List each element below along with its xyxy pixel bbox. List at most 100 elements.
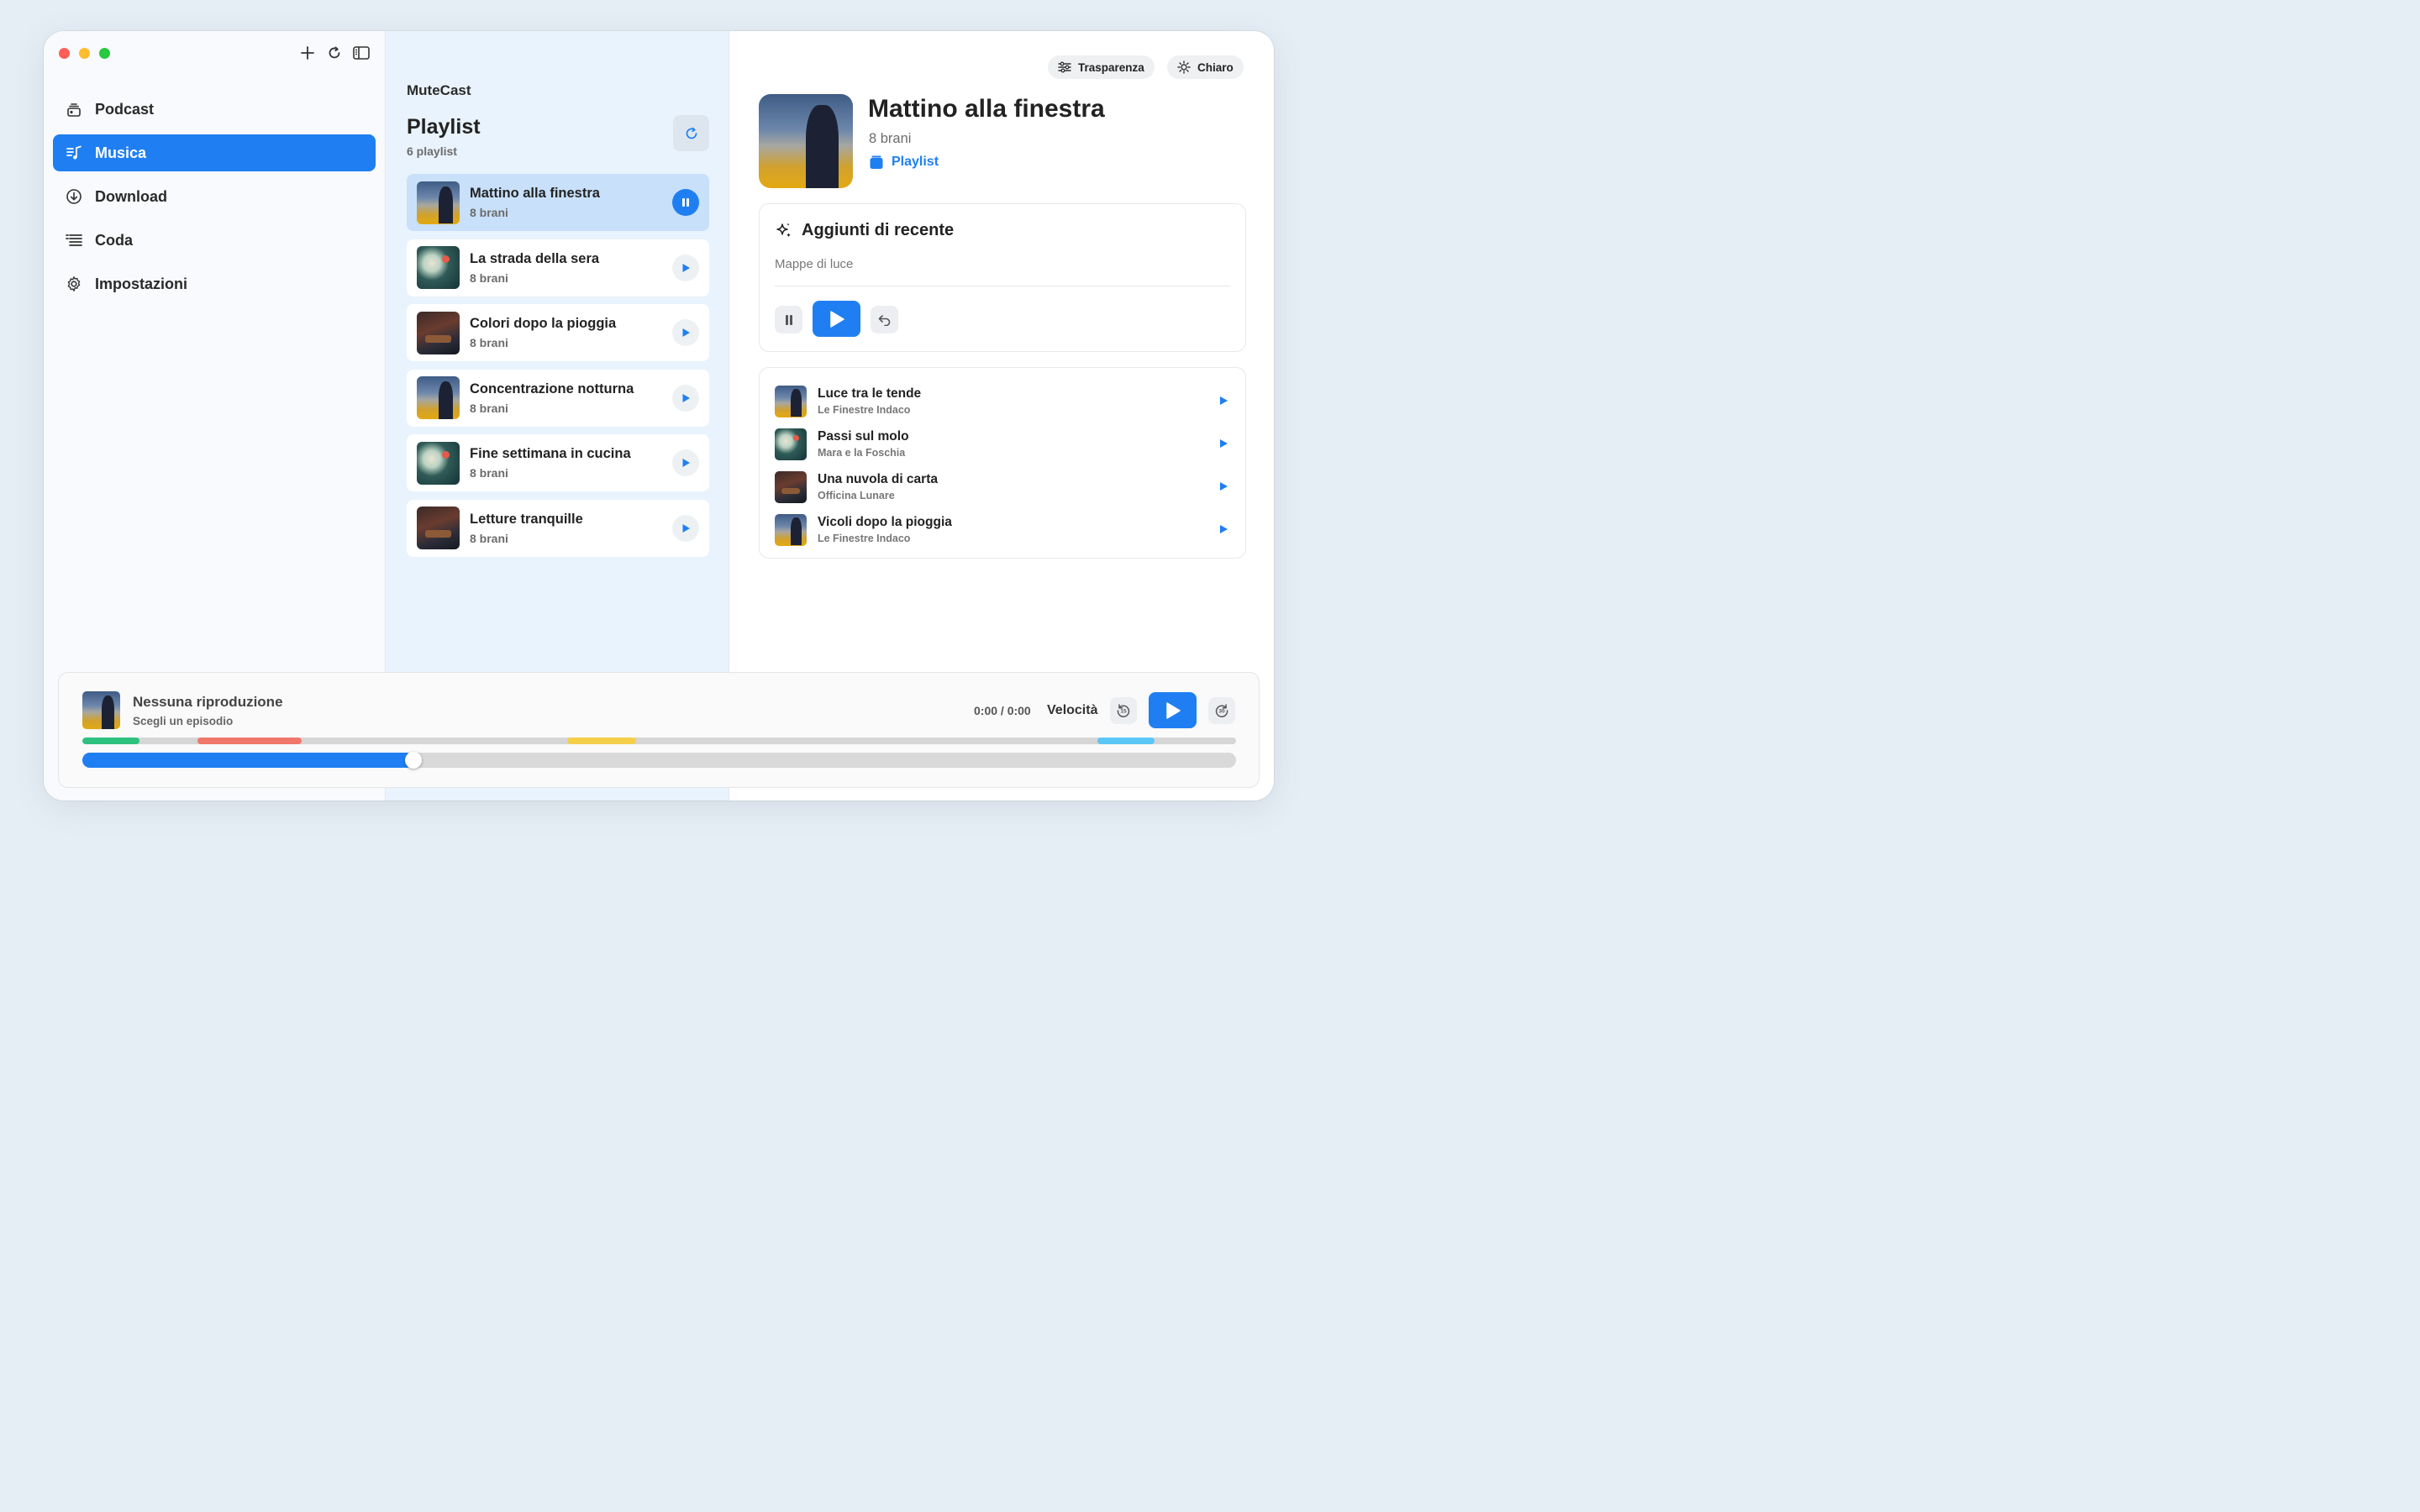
sidebar-item-musica[interactable]: Musica	[53, 134, 376, 171]
playlist-name: Letture tranquille	[470, 511, 583, 527]
sidebar-nav: Podcast Musica Download Coda Impostazion…	[53, 91, 376, 309]
play-icon	[682, 523, 690, 533]
track-artwork	[775, 428, 807, 460]
page-title: Playlist	[407, 115, 481, 139]
zoom-window-button[interactable]	[99, 48, 110, 59]
transparency-button[interactable]: Trasparenza	[1048, 55, 1155, 79]
playlist-track-count: 8 brani	[470, 401, 508, 415]
play-button[interactable]	[672, 319, 699, 346]
list-item[interactable]: Fine settimana in cucina 8 brani	[407, 434, 709, 491]
playlist-stack-icon	[870, 155, 883, 169]
playlist-count: 6 playlist	[407, 144, 457, 158]
playlist-name: Fine settimana in cucina	[470, 446, 631, 461]
playlist-artwork	[417, 376, 460, 419]
list-item[interactable]: Mattino alla finestra 8 brani	[407, 174, 709, 231]
playlist-title: Mattino alla finestra	[868, 95, 1105, 123]
playlist-track-count: 8 brani	[470, 466, 508, 480]
skip-forward-30-button[interactable]: 30	[1208, 697, 1235, 724]
list-item[interactable]: La strada della sera 8 brani	[407, 239, 709, 297]
sidebar-item-impostazioni[interactable]: Impostazioni	[53, 265, 376, 302]
play-icon	[682, 328, 690, 337]
chapter-marker[interactable]	[197, 738, 302, 744]
chapter-marker[interactable]	[567, 738, 636, 744]
table-row[interactable]: Passi sul molo Mara e la Foschia	[775, 423, 1230, 465]
table-row[interactable]: Vicoli dopo la pioggia Le Finestre Indac…	[775, 508, 1230, 551]
now-playing-subtitle: Scegli un episodio	[133, 715, 234, 727]
play-button[interactable]	[672, 449, 699, 476]
light-mode-label: Chiaro	[1197, 60, 1234, 74]
undo-icon	[878, 314, 890, 326]
play-icon[interactable]	[1217, 437, 1230, 450]
play-button[interactable]	[813, 301, 860, 337]
sidebar-toolbar	[299, 45, 370, 61]
play-icon[interactable]	[1217, 480, 1230, 493]
skip-back-15-icon: 15	[1117, 704, 1130, 717]
refresh-icon[interactable]	[326, 45, 343, 61]
sliders-icon	[1058, 61, 1071, 73]
list-item[interactable]: Concentrazione notturna 8 brani	[407, 369, 709, 427]
progress-slider[interactable]	[82, 752, 1236, 769]
list-item[interactable]: Letture tranquille 8 brani	[407, 499, 709, 557]
play-icon	[682, 263, 690, 272]
track-artwork	[775, 513, 807, 546]
app-name: MuteCast	[407, 82, 471, 98]
play-icon	[682, 459, 690, 467]
track-artist: Le Finestre Indaco	[818, 404, 911, 416]
pause-button[interactable]	[775, 306, 802, 333]
sidebar-icon[interactable]	[353, 45, 370, 61]
playlist-link-label: Playlist	[892, 155, 939, 169]
track-artist: Le Finestre Indaco	[818, 533, 911, 544]
chapter-markers	[82, 738, 1236, 744]
window-controls	[59, 48, 110, 59]
skip-forward-30-icon: 30	[1215, 704, 1228, 717]
track-name: Passi sul molo	[818, 429, 909, 444]
play-button[interactable]	[672, 384, 699, 412]
refresh-icon	[686, 127, 697, 139]
play-button[interactable]	[672, 254, 699, 281]
chapter-marker[interactable]	[82, 738, 139, 744]
list-item[interactable]: Colori dopo la pioggia 8 brani	[407, 304, 709, 361]
recently-added-header: Aggiunti di recente	[775, 221, 954, 240]
playlist-artwork	[417, 507, 460, 549]
play-icon[interactable]	[1217, 394, 1230, 407]
sidebar-item-download[interactable]: Download	[53, 178, 376, 215]
progress-fill	[82, 753, 413, 768]
sidebar-item-podcast[interactable]: Podcast	[53, 91, 376, 128]
refresh-playlists-button[interactable]	[673, 115, 709, 151]
pause-icon	[682, 198, 689, 207]
table-row[interactable]: Una nuvola di carta Officina Lunare	[775, 465, 1230, 508]
sidebar-item-label: Musica	[95, 144, 147, 161]
music-list-icon	[65, 144, 83, 162]
speed-button[interactable]: Velocità	[1047, 703, 1097, 718]
close-window-button[interactable]	[59, 48, 70, 59]
play-icon	[1165, 701, 1181, 719]
pause-button[interactable]	[672, 189, 699, 216]
play-icon	[682, 393, 690, 402]
transparency-label: Trasparenza	[1078, 60, 1144, 74]
app-window: Podcast Musica Download Coda Impostazion…	[44, 31, 1274, 801]
progress-knob[interactable]	[405, 752, 422, 769]
skip-back-15-button[interactable]: 15	[1110, 697, 1137, 724]
playlist-name: Mattino alla finestra	[470, 186, 600, 201]
playlist-artwork	[417, 246, 460, 289]
pause-icon	[785, 314, 792, 325]
plus-icon[interactable]	[299, 45, 316, 61]
playlist-link[interactable]: Playlist	[869, 155, 939, 170]
svg-text:30: 30	[1218, 709, 1225, 715]
minimize-window-button[interactable]	[79, 48, 90, 59]
sidebar-item-label: Podcast	[95, 100, 155, 118]
download-circle-icon	[65, 187, 83, 206]
table-row[interactable]: Luce tra le tende Le Finestre Indaco	[775, 380, 1230, 423]
play-icon[interactable]	[1217, 522, 1230, 536]
gear-icon	[65, 275, 83, 293]
undo-button[interactable]	[871, 306, 898, 333]
play-button[interactable]	[672, 514, 699, 542]
light-mode-button[interactable]: Chiaro	[1167, 55, 1244, 79]
track-name: Vicoli dopo la pioggia	[818, 515, 952, 529]
playlist-track-count: 8 brani	[470, 336, 508, 349]
chapter-marker[interactable]	[1097, 738, 1155, 744]
sidebar-item-coda[interactable]: Coda	[53, 222, 376, 259]
now-playing-bar: Nessuna riproduzione Scegli un episodio …	[58, 672, 1260, 788]
track-artist: Mara e la Foschia	[818, 447, 906, 459]
play-button[interactable]	[1149, 692, 1197, 728]
